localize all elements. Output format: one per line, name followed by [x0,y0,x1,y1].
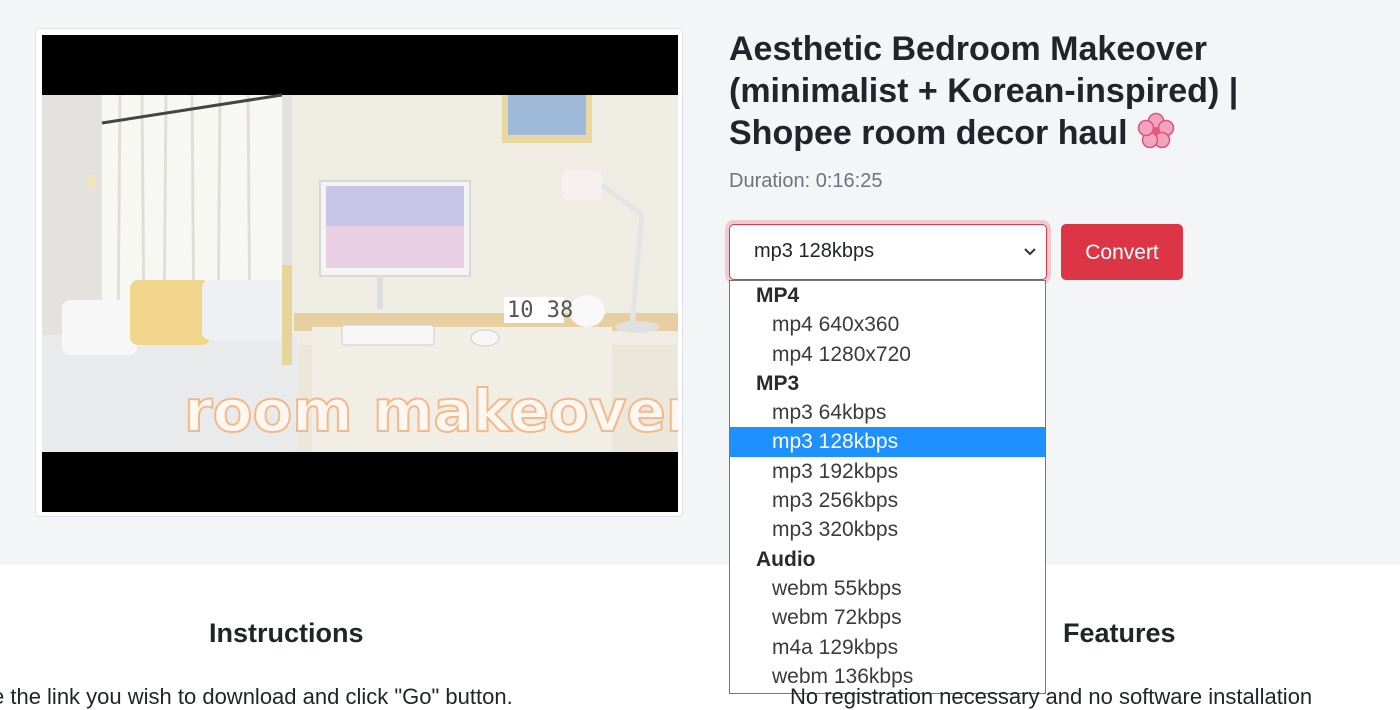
dropdown-option[interactable]: mp3 320kbps [730,515,1045,544]
format-select[interactable]: mp3 128kbps [729,224,1047,280]
cherry-blossom-icon [1137,112,1175,160]
features-heading: Features [1063,618,1176,648]
features-text: No registration necessary and no softwar… [790,684,1313,709]
dropdown-option[interactable]: webm 55kbps [730,574,1045,603]
instructions-text: e the link you wish to download and clic… [0,684,513,709]
video-thumbnail: room makeover 10 38 [42,35,678,512]
dropdown-option[interactable]: webm 72kbps [730,603,1045,632]
dropdown-option[interactable]: mp4 1280x720 [730,340,1045,369]
dropdown-option-selected[interactable]: mp3 128kbps [730,427,1045,457]
video-title: Aesthetic Bedroom Makeover (minimalist +… [729,28,1369,160]
dropdown-option[interactable]: m4a 129kbps [730,633,1045,662]
dropdown-option[interactable]: mp3 192kbps [730,457,1045,486]
dropdown-option[interactable]: mp3 256kbps [730,486,1045,515]
format-select-value: mp3 128kbps [754,240,875,262]
thumbnail-card: room makeover 10 38 [35,28,683,517]
thumbnail-clock: 10 38 [507,298,573,323]
dropdown-option[interactable]: mp3 64kbps [730,398,1045,427]
thumbnail-caption: room makeover [184,377,678,445]
dropdown-group-audio: Audio [756,547,816,571]
dropdown-group-mp3: MP3 [756,371,800,395]
convert-button[interactable]: Convert [1061,224,1183,280]
format-dropdown-list: MP4 mp4 640x360 mp4 1280x720 MP3 mp3 64k… [729,280,1046,694]
dropdown-option[interactable]: mp4 640x360 [730,310,1045,339]
thumbnail-image: room makeover 10 38 [42,35,678,512]
video-duration: Duration: 0:16:25 [729,170,883,192]
dropdown-group-mp4: MP4 [756,284,800,307]
instructions-heading: Instructions [209,618,364,648]
chevron-down-icon [1022,245,1038,264]
